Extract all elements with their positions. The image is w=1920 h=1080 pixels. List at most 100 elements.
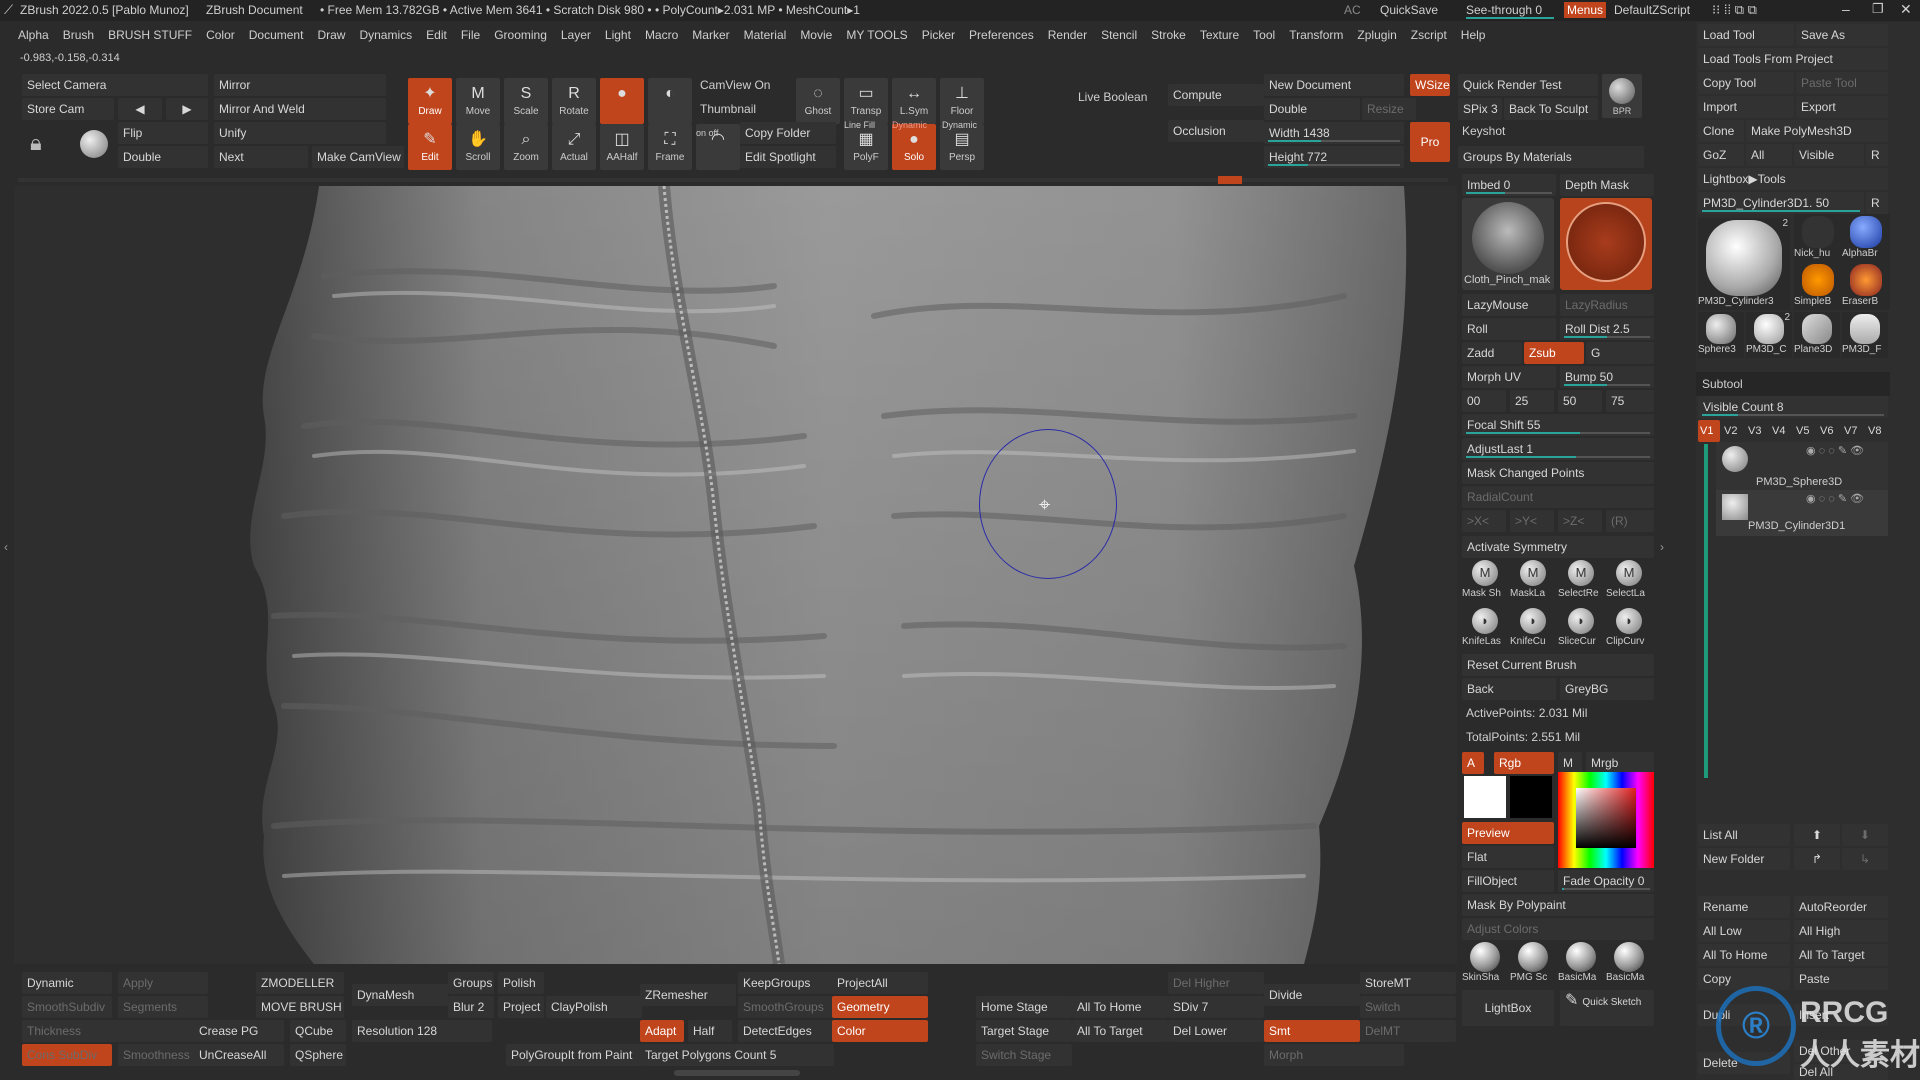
adjustlast-slider[interactable]: AdjustLast 1 [1462,438,1654,460]
paste-tool-button[interactable]: Paste Tool [1796,72,1888,94]
knives-brush-2[interactable]: ◗ SliceCur [1558,606,1606,652]
camview-on-button[interactable]: CamView On [700,78,770,92]
claypolish-button[interactable]: ClayPolish [546,996,642,1018]
double-doc-button[interactable]: Double [1264,98,1360,120]
close-icon[interactable]: ✕ [1900,1,1912,18]
menu-item[interactable]: Marker [692,28,729,42]
preset-75-button[interactable]: 75 [1606,390,1654,412]
lazymouse-button[interactable]: LazyMouse [1462,294,1556,316]
crease-pg-button[interactable]: Crease PG [194,1020,284,1042]
material-1[interactable]: PMG Sc [1510,940,1558,986]
tool-zoom-button[interactable]: ⌕ Zoom [504,124,548,170]
all-high-button[interactable]: All High [1794,920,1888,942]
visible-count-slider[interactable]: Visible Count 8 [1698,396,1888,418]
tool-frame-button[interactable]: ⛶ Frame [648,124,692,170]
resolution-slider[interactable]: Resolution 128 [352,1020,492,1042]
reset-brush-button[interactable]: Reset Current Brush [1462,654,1654,676]
tool-ghost-button[interactable]: ◌ Ghost [796,78,840,124]
tool-actual-button[interactable]: ⤢ Actual [552,124,596,170]
del-lower-button[interactable]: Del Lower [1168,1020,1264,1042]
apply-button[interactable]: Apply [118,972,208,994]
menu-item[interactable]: Layer [561,28,591,42]
menu-item[interactable]: Grooming [494,28,547,42]
blur-slider[interactable]: Blur 2 [448,996,494,1018]
groups-button[interactable]: Groups [448,972,494,994]
menu-item[interactable]: Macro [645,28,678,42]
target-stage-button[interactable]: Target Stage [976,1020,1072,1042]
adjust-colors-button[interactable]: Adjust Colors [1462,918,1654,940]
color-picker[interactable] [1558,772,1654,868]
tool-thumbnail[interactable]: AlphaBr [1842,214,1890,262]
qsphere-button[interactable]: QSphere [290,1044,346,1066]
move-brush-button[interactable]: MOVE BRUSH [256,996,344,1018]
material-3[interactable]: BasicMa [1606,940,1654,986]
tool-thumbnail[interactable]: Nick_hu [1794,214,1842,262]
smt-button[interactable]: Smt [1264,1020,1360,1042]
knives-brush-1[interactable]: ◗ KnifeCu [1510,606,1558,652]
autoreorder-button[interactable]: AutoReorder [1794,896,1888,918]
adapt-button[interactable]: Adapt [640,1020,684,1042]
quick-render-button[interactable]: Quick Render Test [1458,74,1598,96]
r2-button[interactable]: R [1866,192,1888,214]
material-sphere-icon[interactable] [80,130,108,158]
sdiv-slider[interactable]: SDiv 7 [1168,996,1264,1018]
menu-item[interactable]: Edit [426,28,447,42]
delmt-button[interactable]: DelMT [1360,1020,1456,1042]
projectall-button[interactable]: ProjectAll [832,972,928,994]
menu-item[interactable]: Light [605,28,631,42]
storemt-button[interactable]: StoreMT [1360,972,1456,994]
thickness-slider[interactable]: Thickness [22,1020,212,1042]
wsize-button[interactable]: WSize [1410,74,1450,96]
dynamic-button[interactable]: Dynamic [22,972,112,994]
back-to-sculpt-button[interactable]: Back To Sculpt [1504,98,1598,120]
menu-item[interactable]: Help [1461,28,1486,42]
copy-tool-button[interactable]: Copy Tool [1698,72,1794,94]
pro-button[interactable]: Pro [1410,122,1450,162]
version-v7-button[interactable]: V7 [1842,420,1864,442]
tool-slot-4-button[interactable]: ● [600,78,644,124]
subtool-toggles-icon[interactable]: ◉ ◌ ◌ ✎ 👁︎ [1806,444,1864,457]
layout-icons[interactable]: ⁝⁝ ⁞⁞ ⧉ ⧉ [1712,2,1757,18]
compute-button[interactable]: Compute [1168,84,1264,106]
subtool-item-cylinder[interactable]: ◉ ◌ ◌ ✎ 👁︎ PM3D_Cylinder3D1 [1716,490,1888,536]
occlusion-button[interactable]: Occlusion [1168,120,1264,142]
brush-thumbnail[interactable]: Cloth_Pinch_mak [1462,198,1554,290]
load-tool-button[interactable]: Load Tool [1698,24,1794,46]
menu-item[interactable]: Texture [1200,28,1239,42]
preset-25-button[interactable]: 25 [1510,390,1554,412]
tool-move-button[interactable]: M Move [456,78,500,124]
tool-thumbnail[interactable]: PM3D_F [1842,312,1888,358]
tool-scroll-button[interactable]: ✋ Scroll [456,124,500,170]
subtool-item-sphere[interactable]: ◉ ◌ ◌ ✎ 👁︎ PM3D_Sphere3D [1716,442,1888,494]
thumbnail-button[interactable]: Thumbnail [700,102,756,116]
collapse-right-arrow-icon[interactable]: › [1660,540,1664,554]
visible-button[interactable]: Visible [1794,144,1864,166]
mrgb-button[interactable]: Mrgb [1586,752,1654,774]
all-button[interactable]: All [1746,144,1792,166]
tool-thumbnail[interactable]: Sphere3 [1698,312,1744,358]
menu-item[interactable]: Movie [800,28,832,42]
make-polymesh-button[interactable]: Make PolyMesh3D [1746,120,1888,142]
back-button[interactable]: Back [1462,678,1556,700]
all-to-home-stage-button[interactable]: All To Home [1072,996,1168,1018]
folder-return-icon[interactable]: ↳ [1842,848,1888,870]
subtool-toggles-icon[interactable]: ◉ ◌ ◌ ✎ 👁︎ [1806,492,1864,505]
home-stage-button[interactable]: Home Stage [976,996,1072,1018]
sym-y-button[interactable]: >Y< [1510,510,1554,532]
arrow-down-icon[interactable]: ⬇ [1842,824,1888,846]
material-0[interactable]: SkinSha [1462,940,1510,986]
radialcount-slider[interactable]: RadialCount [1462,486,1654,508]
material-2[interactable]: BasicMa [1558,940,1606,986]
switch-stage-button[interactable]: Switch Stage [976,1044,1072,1066]
mirror-button[interactable]: Mirror [214,74,386,96]
menu-item[interactable]: MY TOOLS [846,28,907,42]
preview-button[interactable]: Preview [1462,822,1554,844]
quick-sketch-button[interactable]: ✎ Quick Sketch [1560,990,1654,1026]
folder-move-icon[interactable]: ↱ [1794,848,1840,870]
current-tool-slider[interactable]: PM3D_Cylinder3D1. 50 [1698,192,1864,214]
menu-item[interactable]: Color [206,28,235,42]
activate-symmetry-button[interactable]: Activate Symmetry [1462,536,1654,558]
version-v4-button[interactable]: V4 [1770,420,1792,442]
rgb-button[interactable]: Rgb [1494,752,1554,774]
tool-scale-button[interactable]: S Scale [504,78,548,124]
